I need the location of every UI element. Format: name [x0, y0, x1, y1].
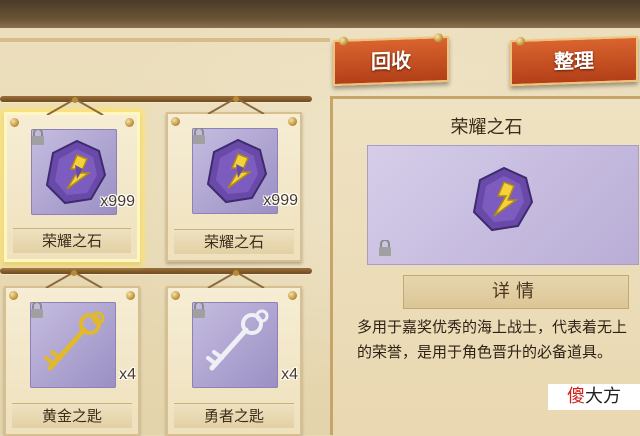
inventory-slot-4[interactable]: x4 勇者之匙 [166, 270, 302, 436]
watermark-logo: 傻大方 [548, 384, 640, 410]
glory-stone-icon [472, 166, 534, 232]
item-quantity: x4 [281, 366, 298, 383]
hanging-rope [207, 270, 265, 288]
lock-icon [193, 128, 205, 144]
item-name: 荣耀之石 [174, 229, 294, 254]
inventory-slot-3[interactable]: x4 黄金之匙 [4, 270, 140, 436]
hanging-rope [45, 270, 103, 288]
item-quantity: x4 [119, 366, 136, 383]
item-name: 勇者之匙 [174, 403, 294, 428]
recycle-button[interactable]: 回收 [333, 33, 449, 87]
item-quantity: x999 [263, 192, 298, 209]
top-scenery-strip [0, 0, 640, 28]
hanging-rope [46, 97, 104, 115]
frame-border [0, 38, 330, 42]
item-quantity: x999 [100, 193, 135, 210]
lock-icon [379, 240, 391, 256]
recycle-button-label: 回收 [371, 48, 411, 74]
watermark-part1: 傻 [567, 386, 585, 407]
hanging-rope [207, 96, 265, 114]
inventory-slot-1[interactable]: x999 荣耀之石 [4, 97, 140, 262]
detail-preview [367, 145, 639, 265]
silver-key-icon [192, 302, 278, 388]
lock-icon [193, 302, 205, 318]
sort-button[interactable]: 整理 [510, 35, 638, 87]
item-name: 荣耀之石 [13, 228, 131, 253]
item-description: 多用于嘉奖优秀的海上战士，代表着无上的荣誉，是用于角色晋升的必备道具。 [357, 318, 628, 361]
golden-key-icon [30, 302, 116, 388]
lock-icon [32, 129, 44, 145]
watermark-part2: 大方 [585, 386, 621, 407]
inventory-slot-2[interactable]: x999 荣耀之石 [166, 96, 302, 262]
item-name: 黄金之匙 [12, 403, 132, 428]
details-section-header: 详情 [403, 275, 629, 309]
detail-item-title: 荣耀之石 [450, 117, 523, 138]
sort-button-label: 整理 [554, 48, 594, 74]
lock-icon [31, 302, 43, 318]
